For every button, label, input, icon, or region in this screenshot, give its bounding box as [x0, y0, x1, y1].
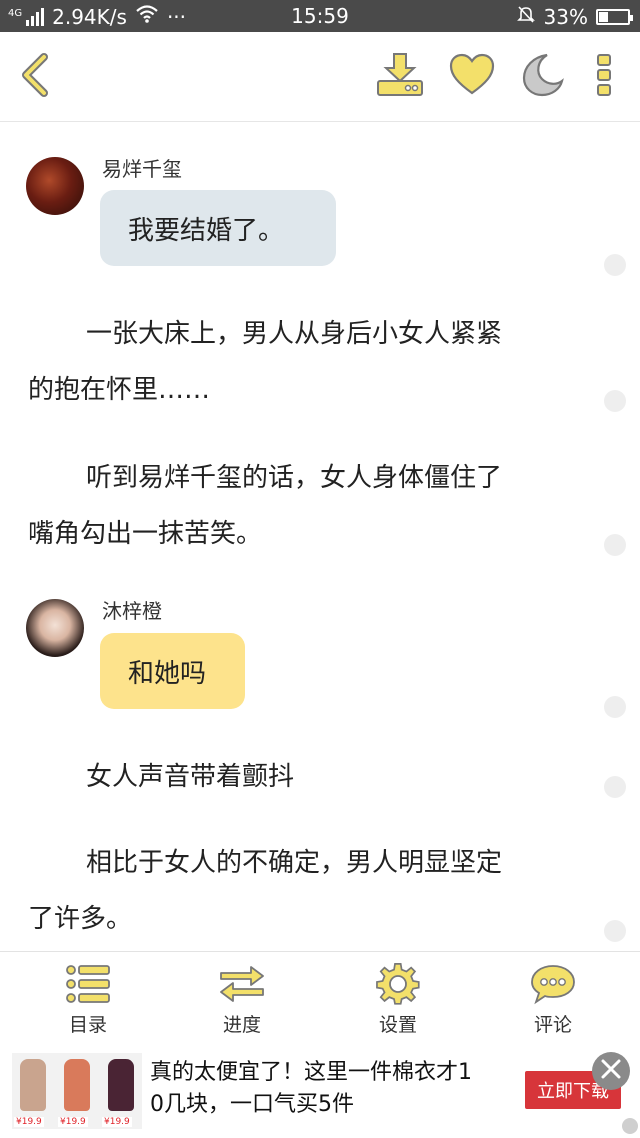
- paragraph-line: 的抱在怀里……: [28, 375, 211, 405]
- mute-bell-icon: [516, 4, 536, 29]
- ad-text[interactable]: 真的太便宜了！这里一件棉衣才1 0几块，一口气买5件: [150, 1057, 500, 1121]
- moon-icon: [519, 52, 565, 102]
- ad-thumb: ¥19.9: [12, 1053, 54, 1129]
- status-bar: 4G 2.94K/s ··· 15:59 33%: [0, 0, 640, 32]
- settings-button[interactable]: 设置: [338, 962, 458, 1042]
- story-paragraph: 听到易烊千玺的话，女人身体僵住了 嘴角勾出一抹苦笑。: [28, 450, 588, 562]
- back-icon: [18, 53, 52, 101]
- paragraph-line: 听到易烊千玺的话，女人身体僵住了: [86, 463, 503, 493]
- paragraph-line: 相比于女人的不确定，男人明显坚定: [86, 848, 503, 878]
- settings-label: 设置: [378, 1014, 417, 1036]
- paragraph-line: 嘴角勾出一抹苦笑。: [28, 519, 263, 549]
- favorite-button[interactable]: [444, 52, 500, 102]
- paragraph-comment-dot[interactable]: [604, 534, 626, 556]
- ad-banner[interactable]: ¥19.9 ¥19.9 ¥19.9 真的太便宜了！这里一件棉衣才1 0几块，一口…: [0, 1045, 640, 1138]
- back-button[interactable]: [10, 52, 60, 102]
- bottom-nav: 目录 进度 设置 评论: [0, 951, 640, 1045]
- paragraph-comment-dot[interactable]: [604, 390, 626, 412]
- reader-toolbar: [0, 32, 640, 122]
- speaker-name: 沐梓橙: [102, 599, 162, 623]
- download-button[interactable]: [372, 52, 428, 102]
- ad-price: ¥19.9: [14, 1117, 44, 1127]
- ad-text-line: 真的太便宜了！这里一件棉衣才1: [150, 1060, 472, 1085]
- chat-bubble: 我要结婚了。: [100, 190, 336, 266]
- story-content[interactable]: 易烊千玺 我要结婚了。 一张大床上，男人从身后小女人紧紧 的抱在怀里…… 听到易…: [0, 123, 640, 951]
- ad-thumb: ¥19.9: [56, 1053, 98, 1129]
- paragraph-line: 了许多。: [28, 904, 133, 934]
- avatar[interactable]: [26, 157, 84, 215]
- gear-icon: [375, 962, 421, 1006]
- heart-icon: [448, 53, 496, 101]
- comment-bubble-icon: [530, 962, 576, 1006]
- catalog-button[interactable]: 目录: [28, 962, 148, 1042]
- list-icon: [65, 962, 111, 1006]
- chat-text: 我要结婚了。: [128, 215, 285, 246]
- chat-bubble: 和她吗: [100, 633, 245, 709]
- ad-mark-icon: [622, 1118, 638, 1134]
- status-right: 33%: [516, 4, 633, 29]
- avatar[interactable]: [26, 599, 84, 657]
- battery-icon: [596, 8, 633, 25]
- paragraph-comment-dot[interactable]: [604, 696, 626, 718]
- comment-label: 评论: [533, 1014, 572, 1036]
- ad-close-button[interactable]: [592, 1052, 630, 1090]
- catalog-label: 目录: [68, 1014, 107, 1036]
- progress-label: 进度: [222, 1014, 261, 1036]
- story-paragraph: 相比于女人的不确定，男人明显坚定 了许多。: [28, 835, 588, 947]
- ad-text-line: 0几块，一口气买5件: [150, 1092, 354, 1117]
- ad-thumb: ¥19.9: [100, 1053, 142, 1129]
- download-icon: [374, 51, 426, 103]
- ad-price: ¥19.9: [102, 1117, 132, 1127]
- comment-button[interactable]: 评论: [493, 962, 613, 1042]
- paragraph-comment-dot[interactable]: [604, 254, 626, 276]
- paragraph-line: 女人声音带着颤抖: [86, 762, 295, 792]
- more-icon: [594, 53, 614, 101]
- close-icon: [600, 1058, 622, 1084]
- paragraph-comment-dot[interactable]: [604, 920, 626, 942]
- swap-arrows-icon: [219, 962, 265, 1006]
- ad-image[interactable]: ¥19.9 ¥19.9 ¥19.9: [12, 1053, 142, 1129]
- battery-percent: 33%: [543, 4, 588, 29]
- paragraph-comment-dot[interactable]: [604, 776, 626, 798]
- paragraph-line: 一张大床上，男人从身后小女人紧紧: [86, 319, 503, 349]
- battery-fill: [599, 11, 608, 22]
- progress-button[interactable]: 进度: [182, 962, 302, 1042]
- story-paragraph: 一张大床上，男人从身后小女人紧紧 的抱在怀里……: [28, 306, 588, 418]
- more-button[interactable]: [584, 52, 624, 102]
- chat-text: 和她吗: [128, 658, 207, 689]
- speaker-name: 易烊千玺: [102, 157, 182, 181]
- night-mode-button[interactable]: [514, 52, 570, 102]
- ad-price: ¥19.9: [58, 1117, 88, 1127]
- story-paragraph: 女人声音带着颤抖: [28, 749, 588, 805]
